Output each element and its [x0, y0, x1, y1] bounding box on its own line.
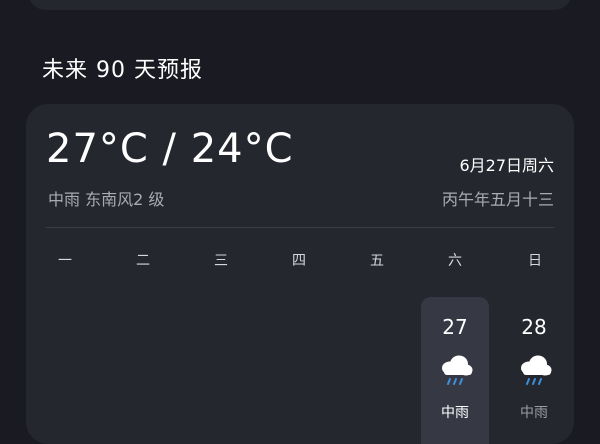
weekday-tue: 二	[136, 253, 150, 269]
day-cell-28[interactable]: 28 中雨	[500, 297, 568, 444]
previous-card	[28, 0, 572, 10]
weekday-header: 一 二 三 四 五 六 日	[26, 250, 574, 270]
divider	[46, 227, 554, 228]
rain-cloud-icon	[521, 355, 552, 385]
weather-description: 中雨 东南风2 级	[48, 190, 165, 209]
weekday-mon: 一	[58, 253, 72, 269]
weekday-wed: 三	[214, 253, 228, 269]
selected-date: 6月27日周六	[459, 156, 554, 175]
section-title: 未来 90 天预报	[42, 58, 203, 83]
temperature-range: 27°C / 24°C	[46, 126, 294, 172]
day-number: 27	[442, 315, 468, 339]
day-cell-27[interactable]: 27 中雨	[421, 297, 489, 444]
day-number: 28	[521, 315, 547, 339]
weekday-sun: 日	[528, 253, 542, 269]
day-condition: 中雨	[520, 405, 548, 421]
rain-cloud-icon	[442, 355, 473, 385]
lunar-date: 丙午年五月十三	[441, 190, 554, 209]
day-condition: 中雨	[441, 405, 469, 421]
forecast-card[interactable]: 27°C / 24°C 中雨 东南风2 级 6月27日周六 丙午年五月十三 一 …	[26, 104, 574, 444]
weekday-thu: 四	[292, 253, 306, 269]
weekday-fri: 五	[370, 253, 384, 269]
weekday-sat: 六	[448, 253, 462, 269]
